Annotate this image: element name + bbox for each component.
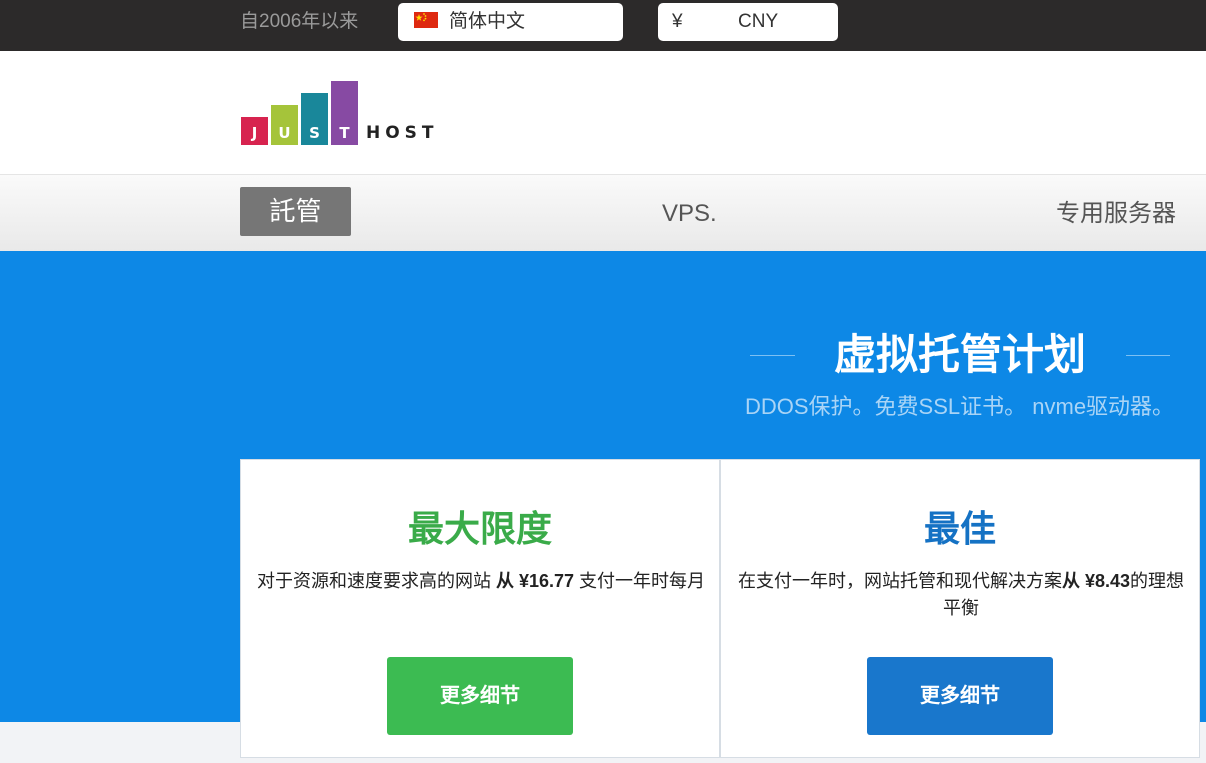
hero-title: 虚拟托管计划 bbox=[834, 331, 1087, 378]
plan-price: 从 ¥8.43 bbox=[1061, 571, 1131, 591]
language-selector[interactable]: 简体中文 bbox=[398, 3, 623, 41]
plan-card-maximum: 最大限度 对于资源和速度要求高的网站 从 ¥16.77 支付一年时每月 更多细节 bbox=[240, 459, 720, 758]
hero-subtitle: DDOS保护。免费SSL证书。 nvme驱动器。 bbox=[745, 394, 1175, 419]
svg-text:S: S bbox=[309, 124, 320, 142]
currency-code: CNY bbox=[738, 11, 779, 32]
plan-description: 在支付一年时，网站托管和现代解决方案从 ¥8.43的理想平衡 bbox=[731, 568, 1191, 622]
plan-price: 从 ¥16.77 bbox=[495, 571, 575, 591]
plan-desc-text: 在支付一年时，网站托管和现代解决方案 bbox=[737, 571, 1062, 591]
title-divider-right bbox=[1126, 355, 1170, 356]
language-label: 简体中文 bbox=[449, 11, 526, 32]
nav-vps[interactable]: VPS. bbox=[662, 199, 717, 229]
svg-text:T: T bbox=[339, 124, 350, 142]
main-nav: 託管 VPS. 专用服务器 bbox=[0, 174, 1206, 251]
currency-symbol: ¥ bbox=[672, 11, 683, 32]
more-details-button[interactable]: 更多细节 bbox=[867, 657, 1053, 735]
svg-text:J: J bbox=[251, 124, 258, 142]
plan-title: 最佳 bbox=[923, 508, 996, 549]
title-divider-left bbox=[750, 355, 795, 356]
svg-text:HOST: HOST bbox=[366, 123, 439, 143]
justhost-logo[interactable]: J U S T HOST bbox=[241, 81, 441, 147]
plan-desc-text-end: 支付一年时每月 bbox=[574, 571, 706, 591]
svg-text:U: U bbox=[278, 124, 290, 142]
currency-selector[interactable]: ¥ CNY bbox=[658, 3, 838, 41]
nav-dedicated-servers[interactable]: 专用服务器 bbox=[1056, 199, 1176, 229]
plan-description: 对于资源和速度要求高的网站 从 ¥16.77 支付一年时每月 bbox=[251, 568, 711, 595]
plan-card-optimal: 最佳 在支付一年时，网站托管和现代解决方案从 ¥8.43的理想平衡 更多细节 bbox=[720, 459, 1200, 758]
nav-hosting[interactable]: 託管 bbox=[240, 187, 351, 236]
plan-title: 最大限度 bbox=[407, 508, 552, 549]
site-header: J U S T HOST bbox=[0, 51, 1206, 174]
more-details-button[interactable]: 更多细节 bbox=[387, 657, 573, 735]
since-text: 自2006年以来 bbox=[240, 11, 359, 32]
china-flag-icon bbox=[414, 12, 438, 28]
plan-desc-text: 对于资源和速度要求高的网站 bbox=[256, 571, 496, 591]
top-bar: 自2006年以来 简体中文 ¥ CNY bbox=[0, 0, 1206, 51]
